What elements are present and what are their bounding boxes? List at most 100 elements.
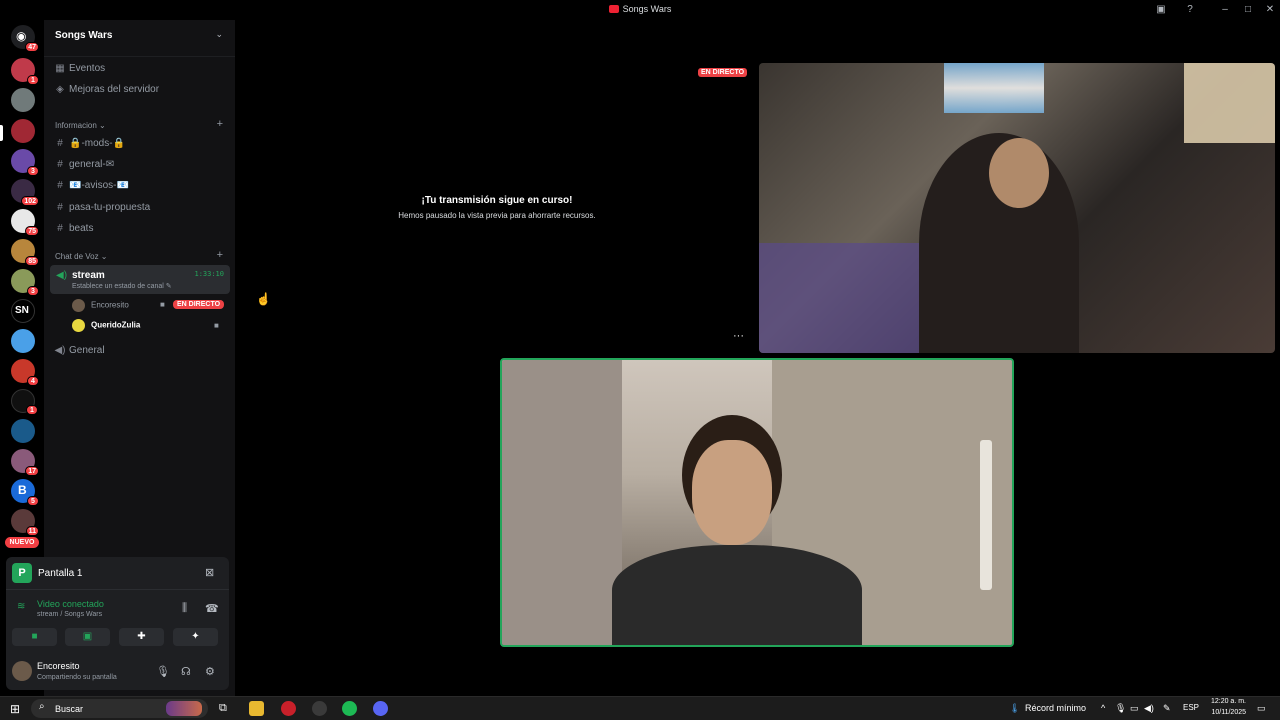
server-icon[interactable]: 1 — [11, 58, 39, 85]
avatar[interactable] — [12, 661, 32, 681]
connection-channel: stream / Songs Wars — [37, 611, 103, 618]
maximize-button[interactable]: □ — [1241, 3, 1255, 17]
server-icon[interactable]: SN — [11, 299, 35, 323]
stream-video-1[interactable] — [759, 63, 1275, 353]
disconnect-icon[interactable]: ☎ — [205, 602, 219, 615]
channel-status[interactable]: Establece un estado de canal ✎ — [72, 282, 172, 290]
channel-item[interactable]: # general-✉ — [54, 159, 114, 170]
events-item[interactable]: ▦ Eventos — [54, 63, 105, 74]
server-icon[interactable]: 3 — [11, 269, 39, 296]
minimize-button[interactable]: – — [1218, 3, 1232, 17]
server-icon[interactable] — [11, 119, 35, 143]
server-icon[interactable]: B5 — [11, 479, 39, 506]
voice-panel: P Pantalla 1 ⊠ ≋ Video conectado stream … — [6, 557, 229, 690]
server-icon[interactable]: 1 — [11, 389, 38, 415]
server-icon[interactable] — [11, 88, 35, 112]
search-box[interactable]: ⌕ Buscar — [31, 699, 208, 718]
paused-title: ¡Tu transmisión sigue en curso! — [421, 195, 573, 206]
category-informacion[interactable]: Informacion ⌄ — [55, 121, 106, 130]
thermometer-icon: 🌡 — [1009, 703, 1021, 713]
headphones-icon[interactable]: ☊ — [181, 665, 191, 678]
server-icon[interactable]: 3 — [11, 149, 39, 176]
opera-icon[interactable] — [281, 701, 296, 716]
camera-icon: ■ — [160, 300, 165, 309]
channel-item[interactable]: # pasa-tu-propuesta — [54, 202, 150, 213]
hash-icon: # — [57, 202, 63, 213]
microphone-icon[interactable]: 🎙 — [1115, 703, 1126, 714]
spotify-icon[interactable] — [342, 701, 357, 716]
live-badge: EN DIRECTO — [173, 300, 225, 309]
microphone-icon[interactable]: 🎙 — [156, 665, 170, 678]
server-icon[interactable] — [11, 419, 35, 443]
more-options-icon[interactable]: ··· — [733, 330, 744, 342]
server-icon[interactable]: 85 — [11, 239, 39, 266]
clock-date[interactable]: 10/11/2025 — [1202, 709, 1246, 716]
window-title: Songs Wars — [0, 4, 1280, 14]
voice-user[interactable]: Encoresito — [72, 299, 129, 312]
mouse-cursor-icon: ☝ — [256, 292, 271, 306]
app-icon[interactable] — [312, 701, 327, 716]
category-voice[interactable]: Chat de Voz ⌄ — [55, 252, 108, 261]
home-icon[interactable]: ◉ 47 — [11, 25, 39, 52]
server-icon[interactable]: 75 — [11, 209, 39, 236]
weather-text[interactable]: Récord mínimo — [1025, 703, 1086, 713]
close-button[interactable]: ✕ — [1263, 3, 1277, 17]
signal-icon[interactable]: ≋ — [17, 601, 25, 612]
user-name[interactable]: Encoresito — [37, 661, 80, 671]
help-icon[interactable]: ? — [1183, 3, 1197, 17]
stop-share-icon[interactable]: ⊠ — [205, 566, 214, 579]
calendar-icon: ▦ — [55, 63, 65, 74]
server-icon[interactable]: 102 — [11, 179, 39, 206]
live-badge: EN DIRECTO — [698, 68, 748, 77]
elapsed-time: 1:33:10 — [194, 270, 224, 278]
discord-logo-icon — [608, 5, 619, 13]
notification-icon[interactable]: ▭ — [1257, 703, 1266, 714]
noise-suppression-icon[interactable]: ⫼ — [182, 602, 187, 615]
windows-start-icon[interactable]: ⊞ — [10, 702, 20, 716]
search-icon: ⌕ — [39, 701, 45, 712]
server-icon[interactable]: 11 — [11, 509, 39, 536]
discord-icon[interactable] — [373, 701, 388, 716]
connection-status[interactable]: Video conectado — [37, 599, 104, 609]
volume-icon[interactable]: ◀) — [1144, 703, 1154, 714]
add-channel-icon[interactable]: + — [217, 118, 223, 130]
server-icon[interactable]: 17 — [11, 449, 39, 476]
server-icon[interactable]: 4 — [11, 359, 39, 386]
add-channel-icon[interactable]: + — [217, 249, 223, 261]
boosts-item[interactable]: ◈ Mejoras del servidor — [54, 84, 159, 95]
user-status: Compartiendo su pantalla — [37, 674, 117, 681]
server-rail: ◉ 47 1 3 102 75 85 3 SN 4 1 17 B5 11 — [0, 20, 44, 554]
hash-icon: # — [57, 159, 63, 170]
screen-icon: P — [12, 563, 32, 583]
screen-label: Pantalla 1 — [38, 568, 83, 579]
new-badge: NUEVO — [5, 537, 39, 548]
voice-channel-general[interactable]: ◀) General — [54, 345, 104, 356]
voice-channel-stream[interactable]: ◀) stream Establece un estado de canal ✎… — [50, 265, 230, 294]
channel-item[interactable]: # 📧-avisos-📧 — [54, 180, 129, 191]
server-name[interactable]: Songs Wars — [55, 30, 112, 41]
task-view-icon[interactable]: ⧉ — [219, 702, 227, 715]
speaker-icon: ◀) — [54, 345, 66, 356]
settings-icon[interactable]: ⚙ — [205, 665, 215, 678]
avatar — [72, 319, 85, 332]
server-icon[interactable] — [11, 329, 35, 353]
channel-item[interactable]: # 🔒-mods-🔒 — [54, 138, 125, 149]
soundboard-button[interactable]: ✦ — [173, 628, 218, 646]
pen-icon[interactable]: ✎ — [1163, 703, 1171, 714]
clock-time[interactable]: 12:20 a. m. — [1202, 698, 1246, 705]
voice-user[interactable]: QueridoZulia — [72, 319, 140, 332]
inbox-icon[interactable]: ▣ — [1154, 3, 1168, 17]
activities-button[interactable]: ✚ — [119, 628, 164, 646]
network-icon[interactable]: ▭ — [1130, 703, 1139, 714]
chevron-down-icon[interactable]: ⌄ — [215, 29, 223, 40]
camera-icon: ■ — [214, 321, 219, 330]
avatar — [72, 299, 85, 312]
chevron-up-icon[interactable]: ^ — [1101, 703, 1105, 713]
stream-video-2[interactable] — [500, 358, 1014, 647]
hash-icon: # — [57, 223, 63, 234]
language-indicator[interactable]: ESP — [1183, 703, 1199, 712]
share-screen-button[interactable]: ▣ — [65, 628, 110, 646]
camera-button[interactable]: ■ — [12, 628, 57, 646]
channel-item[interactable]: # beats — [54, 223, 93, 234]
file-explorer-icon[interactable] — [249, 701, 264, 716]
